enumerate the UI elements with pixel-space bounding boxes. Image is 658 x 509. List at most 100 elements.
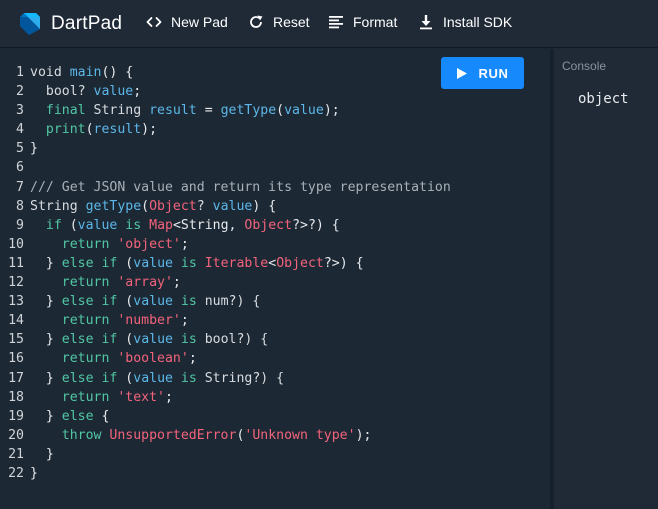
code-token: return [30, 313, 118, 329]
code-line[interactable]: 1 void main() { [0, 63, 451, 82]
code-token: value [133, 370, 173, 386]
code-editor[interactable]: 1 void main() {2 bool? value; 3 final Stri… [0, 49, 550, 509]
code-token: ( [85, 122, 94, 138]
code-brackets-icon [146, 14, 162, 30]
code-token: result [149, 103, 197, 119]
code-text[interactable]: } else if (value is num?) { [30, 292, 260, 311]
code-text[interactable]: return 'object'; [30, 235, 189, 254]
code-token: void [30, 65, 70, 80]
line-number: 17 [8, 370, 24, 386]
code-line[interactable]: 4 print(result); [0, 120, 451, 139]
code-token: is [172, 294, 205, 310]
code-token: ; [180, 236, 189, 252]
code-text[interactable]: /// Get JSON value and return its type r… [30, 178, 451, 197]
code-token: 'array' [117, 275, 173, 291]
code-text[interactable]: } else if (value is bool?) { [30, 330, 268, 349]
brand[interactable]: DartPad [19, 12, 122, 36]
code-token: else if [61, 255, 126, 271]
format-lines-icon [328, 14, 344, 30]
code-line[interactable]: 17 } else if (value is String?) { [0, 369, 451, 388]
code-line[interactable]: 5} [0, 139, 451, 158]
code-line[interactable]: 10 return 'object'; [0, 235, 451, 254]
code-text[interactable]: } [30, 139, 38, 158]
code-token: is [172, 370, 205, 386]
console-label: Console [562, 59, 607, 73]
console-panel: Console object [554, 49, 658, 509]
code-text[interactable]: throw UnsupportedError('Unknown type'); [30, 426, 372, 445]
code-line[interactable]: 6 [0, 158, 451, 177]
format-button[interactable]: Format [328, 14, 397, 30]
code-token: 'text' [117, 389, 165, 405]
line-number: 3 [16, 103, 24, 119]
code-token: 'Unknown type' [244, 427, 356, 443]
code-line[interactable]: 8 String getType(Object? value) { [0, 197, 451, 216]
code-token: Object [276, 255, 324, 271]
code-text[interactable]: } else if (value is String?) { [30, 369, 284, 388]
code-token: ( [69, 217, 78, 233]
code-token: <String, [172, 217, 245, 233]
code-line[interactable]: 15 } else if (value is bool?) { [0, 330, 451, 349]
code-text[interactable]: String getType(Object? value) { [30, 197, 276, 216]
code-line[interactable]: 7 /// Get JSON value and return its type … [0, 178, 451, 197]
code-token: value [133, 294, 173, 310]
code-text[interactable]: } else { [30, 407, 110, 426]
code-token: } [30, 465, 38, 481]
code-text[interactable]: print(result); [30, 120, 157, 139]
install-sdk-button[interactable]: Install SDK [418, 14, 512, 30]
code-token: ; [180, 313, 189, 329]
new-pad-button[interactable]: New Pad [146, 14, 228, 30]
code-token: value [77, 217, 118, 233]
code-token: = [196, 103, 221, 119]
code-token: } [30, 408, 62, 424]
code-token: value [133, 332, 173, 348]
install-sdk-label: Install SDK [443, 14, 513, 30]
code-line[interactable]: 21 } [0, 445, 451, 464]
line-number: 15 [8, 332, 24, 348]
code-line[interactable]: 16 return 'boolean'; [0, 349, 451, 368]
code-token: if [30, 217, 70, 233]
code-token: throw [30, 427, 110, 443]
line-number: 8 [16, 198, 24, 214]
code-text[interactable]: void main() { [30, 63, 133, 82]
code-text[interactable]: return 'number'; [30, 311, 189, 330]
code-lines[interactable]: 1 void main() {2 bool? value; 3 final Stri… [0, 63, 451, 483]
code-text[interactable]: return 'text'; [30, 388, 173, 407]
code-token: ); [323, 103, 340, 119]
line-number: 1 [16, 65, 24, 80]
code-token: ; [188, 351, 197, 367]
code-line[interactable]: 12 return 'array'; [0, 273, 451, 292]
code-line[interactable]: 2 bool? value; [0, 82, 451, 101]
code-text[interactable]: } [30, 464, 38, 483]
code-token: value [93, 84, 134, 100]
play-icon [456, 67, 467, 79]
reset-button[interactable]: Reset [248, 14, 310, 30]
code-line[interactable]: 14 return 'number'; [0, 311, 451, 330]
code-text[interactable]: final String result = getType(value); [30, 101, 340, 120]
code-line[interactable]: 22} [0, 464, 451, 483]
line-number: 10 [8, 236, 24, 252]
code-line[interactable]: 20 throw UnsupportedError('Unknown type'… [0, 426, 451, 445]
code-line[interactable]: 3 final String result = getType(value); [0, 101, 451, 120]
code-text[interactable]: } else if (value is Iterable<Object?>) { [30, 254, 364, 273]
code-text[interactable]: bool? value; [30, 82, 141, 101]
run-label: RUN [478, 65, 509, 81]
line-number: 12 [8, 275, 24, 291]
code-line[interactable]: 13 } else if (value is num?) { [0, 292, 451, 311]
download-icon [418, 14, 434, 30]
code-text[interactable]: return 'boolean'; [30, 349, 197, 368]
code-text[interactable]: if (value is Map<String, Object?>?) { [30, 216, 340, 235]
code-line[interactable]: 19 } else { [0, 407, 451, 426]
run-button[interactable]: RUN [441, 57, 524, 89]
code-line[interactable]: 11 } else if (value is Iterable<Object?>… [0, 254, 451, 273]
code-token: num?) { [204, 294, 261, 310]
code-text[interactable]: } [30, 445, 54, 464]
code-token: 'boolean' [117, 351, 189, 367]
code-token: return [30, 236, 118, 252]
code-token: } [30, 446, 54, 462]
line-number: 13 [8, 294, 24, 310]
code-token: ? [196, 198, 213, 214]
code-token: value [284, 103, 324, 119]
code-line[interactable]: 18 return 'text'; [0, 388, 451, 407]
code-text[interactable]: return 'array'; [30, 273, 181, 292]
code-line[interactable]: 9 if (value is Map<String, Object?>?) { [0, 216, 451, 235]
